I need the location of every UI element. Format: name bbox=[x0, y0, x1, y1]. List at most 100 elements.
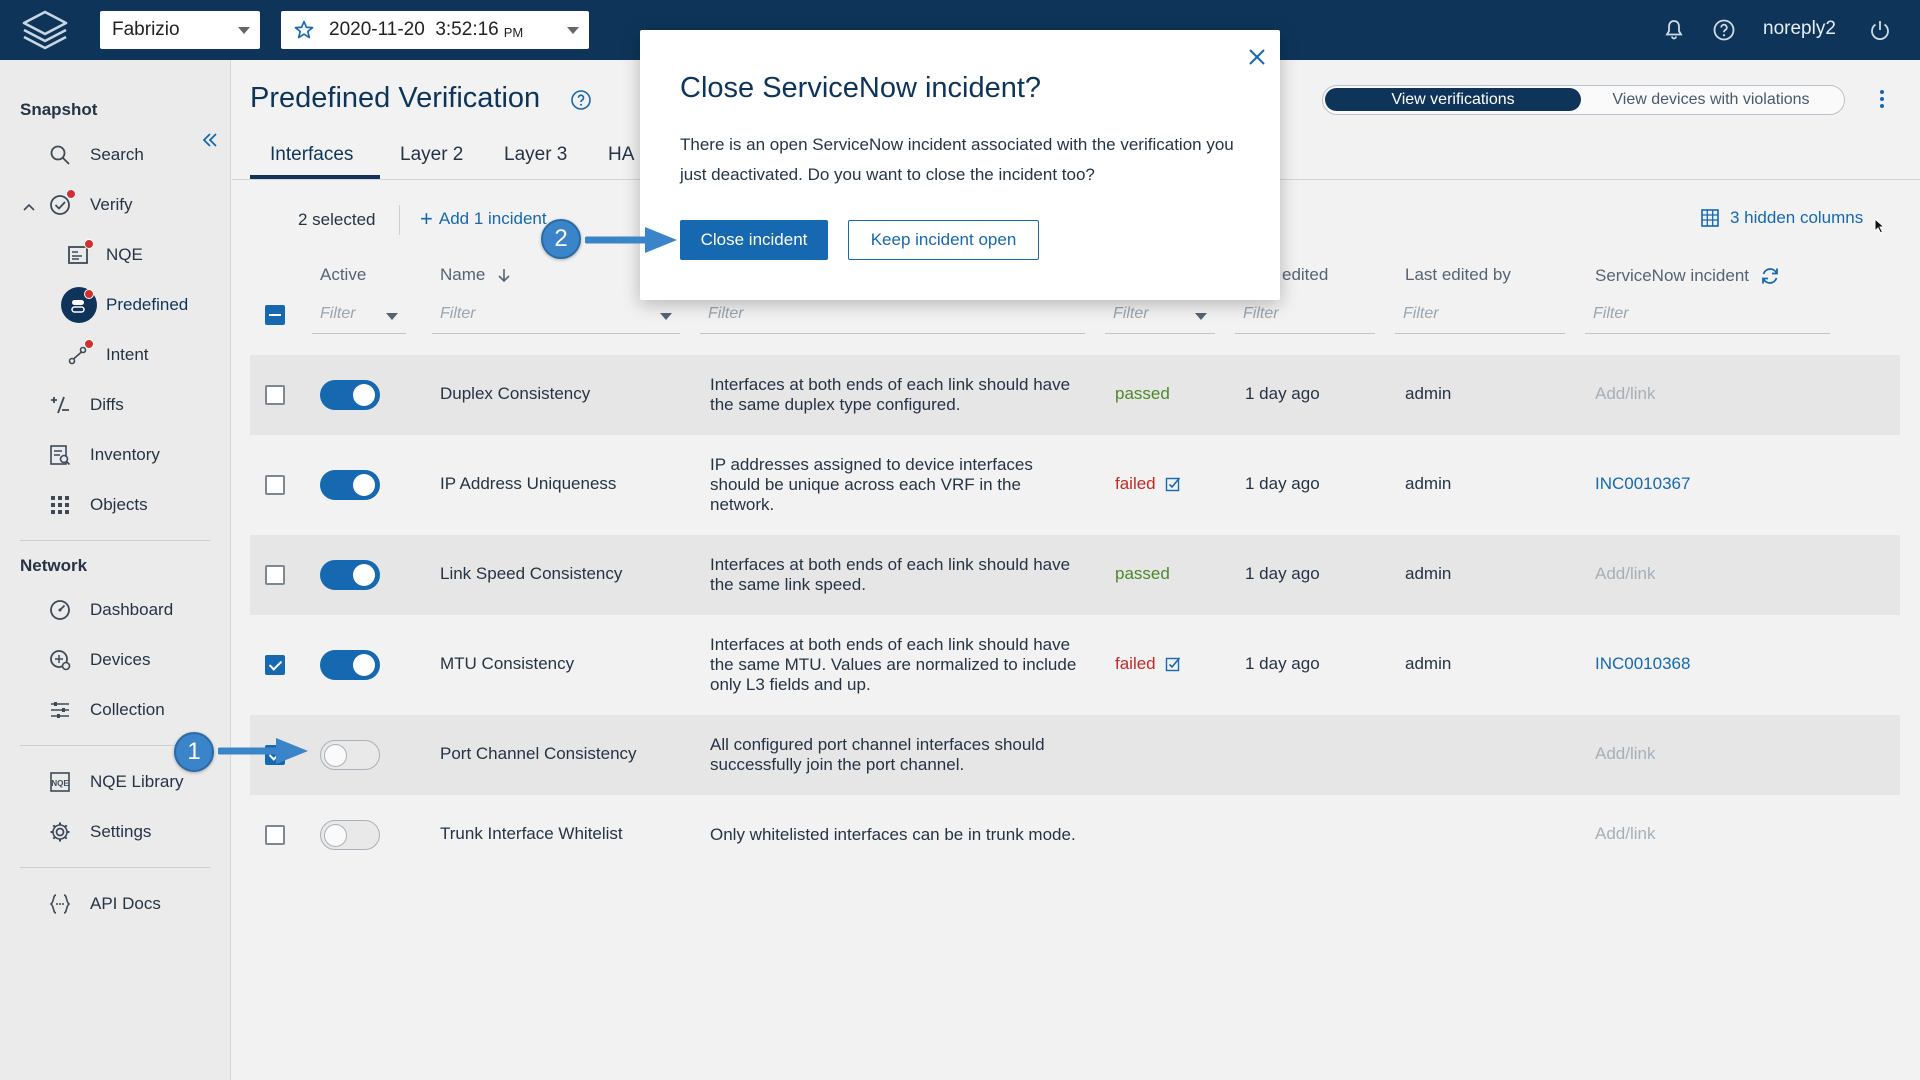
checked-box-icon[interactable] bbox=[1165, 656, 1181, 672]
row-checkbox[interactable] bbox=[265, 475, 285, 495]
tab-layer-3[interactable]: Layer 3 bbox=[504, 144, 567, 184]
verification-name: Port Channel Consistency bbox=[440, 744, 637, 763]
sidebar-item-nqe[interactable]: NQE bbox=[66, 235, 143, 275]
incident-add-link[interactable]: Add/link bbox=[1595, 744, 1655, 764]
status-badge: passed bbox=[1115, 384, 1170, 404]
verification-description: All configured port channel interfaces s… bbox=[710, 735, 1045, 774]
table-row[interactable]: MTU Consistency Interfaces at both ends … bbox=[250, 625, 1900, 705]
last-edited: 1 day ago bbox=[1245, 384, 1320, 403]
help-icon[interactable] bbox=[570, 89, 592, 111]
last-edited: 1 day ago bbox=[1245, 654, 1320, 673]
tab-layer-2[interactable]: Layer 2 bbox=[400, 144, 463, 184]
objects-icon bbox=[48, 493, 72, 517]
snapshot-select[interactable]: 2020-11-20 3:52:16 PM bbox=[281, 11, 589, 49]
incident-add-link[interactable]: Add/link bbox=[1595, 824, 1655, 844]
intent-icon bbox=[66, 339, 94, 367]
forward-networks-logo[interactable] bbox=[18, 9, 72, 51]
sidebar-item-api-docs[interactable]: API Docs bbox=[48, 884, 161, 924]
status-badge: failed bbox=[1115, 474, 1181, 494]
active-toggle[interactable] bbox=[320, 380, 380, 410]
step-2-arrow-icon bbox=[585, 227, 677, 253]
table-row[interactable]: IP Address Uniqueness IP addresses assig… bbox=[250, 445, 1900, 525]
incident-add-link[interactable]: Add/link bbox=[1595, 564, 1655, 584]
verification-name: IP Address Uniqueness bbox=[440, 474, 617, 493]
sidebar-item-settings[interactable]: Settings bbox=[48, 812, 151, 852]
inventory-icon bbox=[48, 443, 72, 467]
chevron-down-icon bbox=[1195, 313, 1207, 320]
active-toggle[interactable] bbox=[320, 650, 380, 680]
table-row[interactable]: Duplex Consistency Interfaces at both en… bbox=[250, 355, 1900, 435]
keep-incident-open-button[interactable]: Keep incident open bbox=[848, 220, 1039, 260]
chevron-down-icon bbox=[660, 313, 672, 320]
close-icon[interactable] bbox=[1245, 45, 1269, 69]
workspace-value: Fabrizio bbox=[112, 19, 180, 40]
active-toggle[interactable] bbox=[320, 820, 380, 850]
help-icon[interactable] bbox=[1712, 18, 1736, 42]
table-row[interactable]: Link Speed Consistency Interfaces at bot… bbox=[250, 535, 1900, 615]
active-toggle[interactable] bbox=[320, 740, 380, 770]
verification-description: Only whitelisted interfaces can be in tr… bbox=[710, 825, 1076, 844]
sidebar-item-predefined[interactable]: Predefined bbox=[61, 285, 188, 325]
checked-box-icon[interactable] bbox=[1165, 476, 1181, 492]
toolbar-divider bbox=[399, 205, 400, 235]
close-incident-button[interactable]: Close incident bbox=[680, 220, 828, 260]
filter-name[interactable]: Filter bbox=[432, 298, 680, 334]
bell-icon[interactable] bbox=[1662, 18, 1686, 42]
star-icon[interactable] bbox=[293, 19, 315, 41]
status-label: failed bbox=[1115, 654, 1156, 673]
sort-down-icon bbox=[498, 269, 510, 283]
more-options-icon[interactable] bbox=[1870, 87, 1894, 111]
collapse-sidebar-icon[interactable] bbox=[200, 130, 220, 150]
filter-placeholder: Filter bbox=[440, 305, 476, 322]
view-verifications-button[interactable]: View verifications bbox=[1325, 88, 1581, 111]
active-toggle[interactable] bbox=[320, 560, 380, 590]
filter-placeholder: Filter bbox=[708, 305, 744, 322]
active-toggle[interactable] bbox=[320, 470, 380, 500]
column-header-name[interactable]: Name bbox=[440, 265, 513, 285]
filter-servicenow-incident[interactable]: Filter bbox=[1585, 298, 1830, 334]
incident-link[interactable]: INC0010368 bbox=[1595, 654, 1690, 674]
sidebar-item-collection[interactable]: Collection bbox=[48, 690, 165, 730]
row-checkbox[interactable] bbox=[265, 565, 285, 585]
select-all-checkbox[interactable] bbox=[265, 305, 285, 325]
refresh-icon[interactable] bbox=[1759, 265, 1781, 287]
row-checkbox[interactable] bbox=[265, 385, 285, 405]
view-devices-with-violations-button[interactable]: View devices with violations bbox=[1581, 88, 1841, 111]
dialog-title: Close ServiceNow incident? bbox=[680, 72, 1042, 104]
row-checkbox[interactable] bbox=[265, 655, 285, 675]
status-label: failed bbox=[1115, 474, 1156, 493]
sidebar-item-verify[interactable]: Verify bbox=[48, 185, 133, 225]
table-row[interactable]: Trunk Interface Whitelist Only whitelist… bbox=[250, 795, 1900, 875]
incident-link[interactable]: INC0010367 bbox=[1595, 474, 1690, 494]
sidebar-item-dashboard[interactable]: Dashboard bbox=[48, 590, 173, 630]
chevron-up-icon[interactable] bbox=[22, 200, 36, 214]
add-incident-button[interactable]: + Add 1 incident bbox=[420, 208, 547, 230]
sidebar-heading-snapshot: Snapshot bbox=[20, 100, 98, 119]
settings-icon bbox=[48, 820, 72, 844]
incident-add-link[interactable]: Add/link bbox=[1595, 384, 1655, 404]
step-1-arrow-icon bbox=[218, 738, 308, 764]
filter-last-edited[interactable]: Filter bbox=[1235, 298, 1375, 334]
row-checkbox[interactable] bbox=[265, 825, 285, 845]
hidden-columns-button[interactable]: 3 hidden columns bbox=[1700, 208, 1863, 228]
sidebar-item-nqe-library[interactable]: NQE NQE Library bbox=[48, 762, 184, 802]
workspace-select[interactable]: Fabrizio bbox=[100, 11, 260, 49]
sidebar-item-inventory[interactable]: Inventory bbox=[48, 435, 160, 475]
search-icon bbox=[48, 143, 72, 167]
filter-placeholder: Filter bbox=[1243, 305, 1279, 322]
power-icon[interactable] bbox=[1868, 18, 1892, 42]
filter-last-edited-by[interactable]: Filter bbox=[1395, 298, 1565, 334]
filter-description[interactable]: Filter bbox=[700, 298, 1085, 334]
sidebar-item-devices[interactable]: Devices bbox=[48, 640, 150, 680]
sidebar-item-diffs[interactable]: Diffs bbox=[48, 385, 124, 425]
sidebar-item-search[interactable]: Search bbox=[48, 135, 144, 175]
tab-ha[interactable]: HA bbox=[608, 144, 634, 184]
verification-description: Interfaces at both ends of each link sho… bbox=[710, 635, 1077, 694]
sidebar-item-intent[interactable]: Intent bbox=[66, 335, 149, 375]
sidebar-item-objects[interactable]: Objects bbox=[48, 485, 148, 525]
table-row[interactable]: Port Channel Consistency All configured … bbox=[250, 715, 1900, 795]
column-header-last-edited-by: Last edited by bbox=[1405, 265, 1511, 284]
user-name[interactable]: noreply2 bbox=[1763, 18, 1836, 40]
filter-status[interactable]: Filter bbox=[1105, 298, 1215, 334]
filter-active[interactable]: Filter bbox=[312, 298, 406, 334]
